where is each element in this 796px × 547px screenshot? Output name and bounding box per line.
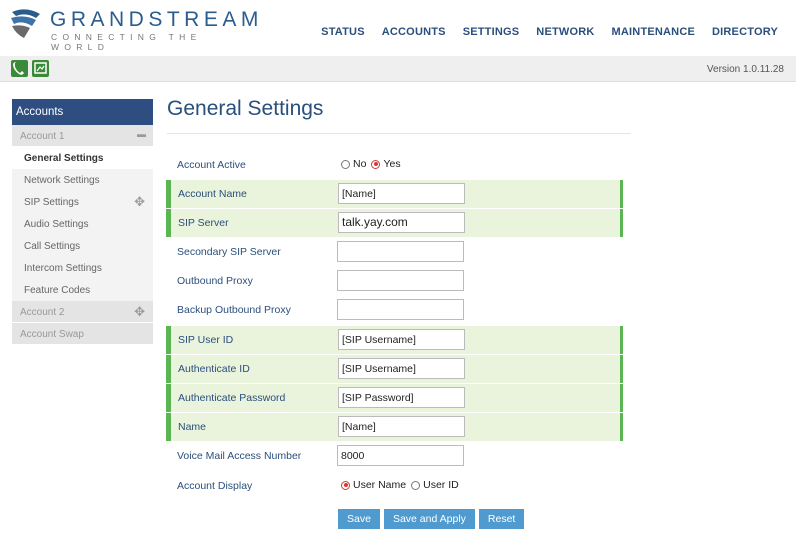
- account-active-yes-label: Yes: [383, 158, 401, 170]
- top-nav: STATUS ACCOUNTS SETTINGS NETWORK MAINTEN…: [304, 26, 778, 38]
- nav-maintenance[interactable]: MAINTENANCE: [612, 26, 695, 38]
- sidebar-item-label: SIP Settings: [24, 197, 79, 208]
- save-button[interactable]: Save: [338, 509, 380, 529]
- nav-directory[interactable]: DIRECTORY: [712, 26, 778, 38]
- nav-settings[interactable]: SETTINGS: [463, 26, 520, 38]
- authenticate-id-field[interactable]: [338, 358, 465, 379]
- save-and-apply-button[interactable]: Save and Apply: [383, 509, 475, 529]
- account-display-user-name-radio[interactable]: [341, 480, 350, 490]
- backup-outbound-proxy-label: Backup Outbound Proxy: [177, 304, 291, 316]
- expand-icon[interactable]: ✥: [134, 304, 145, 320]
- header: GRANDSTREAM CONNECTING THE WORLD STATUS …: [0, 0, 796, 56]
- message-icon[interactable]: [32, 60, 49, 77]
- nav-network[interactable]: NETWORK: [536, 26, 594, 38]
- account-display-label: Account Display: [177, 480, 253, 492]
- sidebar-item-call-settings[interactable]: Call Settings: [12, 235, 153, 257]
- voice-mail-field[interactable]: [337, 445, 464, 466]
- sidebar: Accounts Account 1 ▬ General Settings Ne…: [12, 99, 153, 345]
- account-display-user-id-radio[interactable]: [411, 480, 421, 490]
- sidebar-account-1-label: Account 1: [20, 131, 65, 142]
- grandstream-logo[interactable]: GRANDSTREAM CONNECTING THE WORLD: [8, 6, 258, 52]
- name-label: Name: [178, 421, 207, 433]
- account-display-radio-group: User Name User ID: [341, 479, 464, 491]
- account-display-user-name-label: User Name: [353, 479, 407, 491]
- authenticate-password-row: Authenticate Password: [166, 384, 623, 412]
- sip-server-field[interactable]: [338, 212, 465, 233]
- reset-button[interactable]: Reset: [478, 509, 525, 529]
- account-active-yes-radio[interactable]: [371, 159, 381, 169]
- account-name-label: Account Name: [178, 188, 247, 200]
- sidebar-header[interactable]: Accounts: [12, 99, 153, 125]
- sidebar-account-1[interactable]: Account 1 ▬: [12, 125, 153, 147]
- secondary-sip-server-field[interactable]: [337, 241, 464, 262]
- toolbar: Version 1.0.11.28: [0, 56, 796, 82]
- authenticate-password-field[interactable]: [338, 387, 465, 408]
- sip-server-row: SIP Server: [166, 209, 623, 237]
- nav-accounts[interactable]: ACCOUNTS: [382, 26, 446, 38]
- sip-user-id-row: SIP User ID: [166, 326, 623, 354]
- account-active-no-label: No: [353, 158, 367, 170]
- expand-icon[interactable]: ✥: [134, 194, 145, 210]
- secondary-sip-server-label: Secondary SIP Server: [177, 246, 281, 258]
- name-row: Name: [166, 413, 623, 441]
- account-active-no-radio[interactable]: [341, 159, 350, 169]
- phone-icon[interactable]: [11, 60, 28, 77]
- brand-tagline: CONNECTING THE WORLD: [51, 32, 202, 52]
- secondary-sip-server-row: Secondary SIP Server: [166, 238, 623, 266]
- account-display-user-id-label: User ID: [423, 479, 459, 491]
- collapse-icon[interactable]: ▬: [137, 129, 146, 139]
- sidebar-account-2-label: Account 2: [20, 307, 65, 318]
- logo-mark-icon: [11, 9, 40, 38]
- sidebar-item-feature-codes[interactable]: Feature Codes: [12, 279, 153, 301]
- account-active-row: Account Active No Yes: [166, 151, 623, 179]
- brand-name: GRANDSTREAM: [50, 8, 263, 31]
- voice-mail-label: Voice Mail Access Number: [177, 450, 302, 462]
- authenticate-id-label: Authenticate ID: [178, 363, 250, 375]
- divider: [167, 133, 631, 134]
- nav-status[interactable]: STATUS: [321, 26, 365, 38]
- firmware-version: Version 1.0.11.28: [706, 64, 784, 75]
- outbound-proxy-label: Outbound Proxy: [177, 275, 253, 287]
- account-name-row: Account Name: [166, 180, 623, 208]
- sip-server-label: SIP Server: [178, 217, 229, 229]
- authenticate-id-row: Authenticate ID: [166, 355, 623, 383]
- backup-outbound-proxy-field[interactable]: [337, 299, 464, 320]
- sidebar-item-intercom-settings[interactable]: Intercom Settings: [12, 257, 153, 279]
- outbound-proxy-row: Outbound Proxy: [166, 267, 623, 295]
- sidebar-item-network-settings[interactable]: Network Settings: [12, 169, 153, 191]
- account-active-radio-group: No Yes: [341, 158, 406, 170]
- name-field[interactable]: [338, 416, 465, 437]
- account-active-label: Account Active: [177, 159, 246, 171]
- sidebar-account-swap[interactable]: Account Swap: [12, 323, 153, 345]
- sip-user-id-label: SIP User ID: [178, 334, 234, 346]
- voice-mail-row: Voice Mail Access Number: [166, 442, 623, 470]
- sidebar-item-general-settings[interactable]: General Settings: [12, 147, 153, 169]
- sidebar-item-audio-settings[interactable]: Audio Settings: [12, 213, 153, 235]
- sidebar-account-2[interactable]: Account 2 ✥: [12, 301, 153, 323]
- backup-outbound-proxy-row: Backup Outbound Proxy: [166, 296, 623, 324]
- authenticate-password-label: Authenticate Password: [178, 392, 286, 404]
- account-display-row: Account Display User Name User ID: [166, 472, 623, 500]
- page-title: General Settings: [167, 97, 324, 120]
- form-buttons: Save Save and Apply Reset: [338, 509, 528, 529]
- outbound-proxy-field[interactable]: [337, 270, 464, 291]
- account-name-field[interactable]: [338, 183, 465, 204]
- sip-user-id-field[interactable]: [338, 329, 465, 350]
- sidebar-item-sip-settings[interactable]: SIP Settings ✥: [12, 191, 153, 213]
